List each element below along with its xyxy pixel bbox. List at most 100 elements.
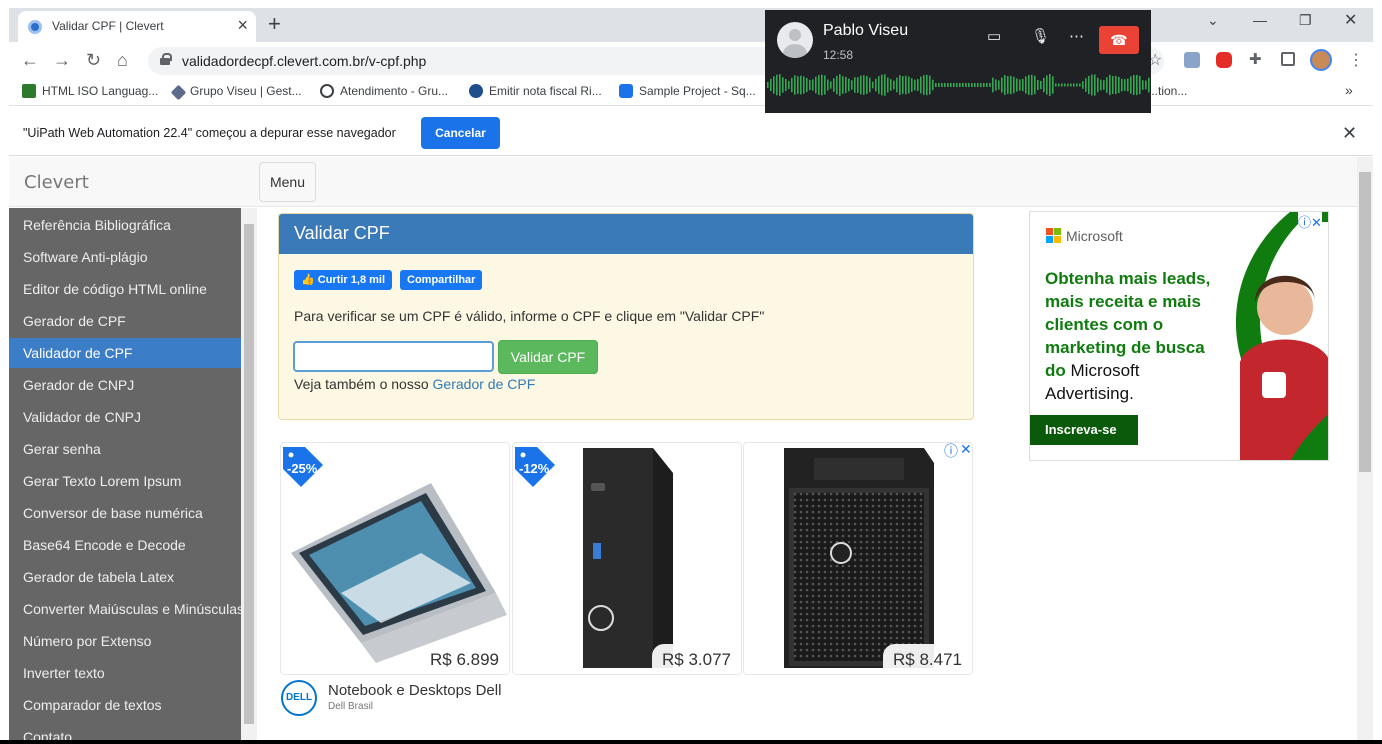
bookmark-item[interactable]: Sample Project - Sq... <box>619 84 756 98</box>
sidebar-item[interactable]: Conversor de base numérica <box>9 498 241 528</box>
forward-icon[interactable]: → <box>53 50 71 71</box>
sidebar-item[interactable]: Gerar senha <box>9 434 241 464</box>
waveform-bar <box>791 77 793 93</box>
dell-product-card[interactable]: -12% R$ 3.077 <box>512 442 742 675</box>
hang-up-button[interactable]: ☎ <box>1099 26 1139 54</box>
waveform-bar <box>1145 80 1147 90</box>
waveform-bar <box>923 75 925 95</box>
bookmark-item[interactable]: Grupo Viseu | Gest... <box>170 84 302 101</box>
sidebar-item[interactable]: Gerar Texto Lorem Ipsum <box>9 466 241 496</box>
lock-icon[interactable] <box>160 53 172 65</box>
sidebar-item[interactable]: Número por Extenso <box>9 626 241 656</box>
waveform-bar <box>908 76 910 94</box>
bookmarks-overflow-icon[interactable]: » <box>1345 82 1353 98</box>
side-panel-icon[interactable] <box>1281 52 1295 66</box>
sidebar-item[interactable]: Gerador de tabela Latex <box>9 562 241 592</box>
dell-product-card[interactable]: R$ 8.471 <box>743 442 973 675</box>
waveform-bar <box>902 76 904 94</box>
bookmark-item[interactable]: HTML ISO Languag... <box>22 84 158 98</box>
cpf-input[interactable] <box>293 341 494 372</box>
desktop-tower-image <box>784 448 934 668</box>
microsoft-brand: Microsoft <box>1066 228 1123 244</box>
waveform-bar <box>845 76 847 94</box>
waveform-bar <box>815 76 817 94</box>
microphone-icon[interactable]: 🎙 <box>1031 27 1050 45</box>
waveform-bar <box>809 79 811 91</box>
ad-close-icon[interactable]: ✕ <box>960 441 972 458</box>
facebook-like-button[interactable]: 👍 Curtir 1,8 mil <box>294 270 393 290</box>
page-scrollbar-thumb[interactable] <box>1359 172 1371 472</box>
waveform-bar <box>842 76 844 94</box>
sidebar-item[interactable]: Validador de CNPJ <box>9 402 241 432</box>
sidebar-item[interactable]: Contato <box>9 722 241 741</box>
browser-tab[interactable]: Validar CPF | Clevert × <box>18 11 256 43</box>
cpf-generator-link[interactable]: Gerador de CPF <box>433 376 536 392</box>
more-options-icon[interactable]: ⋯ <box>1069 27 1084 45</box>
waveform-bar <box>1127 78 1129 92</box>
phone-hangup-icon: ☎ <box>1110 32 1128 48</box>
sidebar-item[interactable]: Software Anti-plágio <box>9 242 241 272</box>
cancel-debug-button[interactable]: Cancelar <box>421 117 500 149</box>
waveform-bar <box>944 83 946 87</box>
close-tab-icon[interactable]: × <box>237 15 248 36</box>
extension-youtube-icon[interactable] <box>1216 52 1232 68</box>
waveform-bar <box>998 80 1000 90</box>
waveform-bar <box>1130 76 1132 94</box>
ad-info-icon[interactable]: ⓘ <box>944 441 958 461</box>
sidebar-item[interactable]: Gerador de CPF <box>9 306 241 336</box>
page-scrollbar[interactable] <box>1357 157 1373 741</box>
sidebar-item[interactable]: Referência Bibliográfica <box>9 210 241 240</box>
bookmark-item[interactable]: Emitir nota fiscal Ri... <box>469 84 602 98</box>
sidebar-nav: Referência Bibliográfica Software Anti-pl… <box>9 208 241 741</box>
dell-product-card[interactable]: -25% R$ 6.899 <box>280 442 510 675</box>
sidebar-item[interactable]: Validador de CPF <box>9 338 241 368</box>
waveform-bar <box>1076 83 1078 87</box>
sidebar-item[interactable]: Converter Maiúsculas e Minúsculas <box>9 594 241 624</box>
thumbs-up-icon: 👍 <box>301 274 318 286</box>
chrome-menu-icon[interactable]: ⋮ <box>1348 50 1364 70</box>
menu-button[interactable]: Menu <box>259 162 316 202</box>
minimize-icon[interactable]: — <box>1253 12 1267 28</box>
waveform-bar <box>878 76 880 94</box>
sidebar-scrollbar-thumb[interactable] <box>244 224 254 724</box>
waveform-bar <box>1013 76 1015 94</box>
bookmark-item[interactable]: ...tion... <box>1148 84 1187 98</box>
window-close-icon[interactable]: ✕ <box>1344 10 1357 30</box>
back-icon[interactable]: ← <box>21 50 39 71</box>
infobar-close-icon[interactable]: ✕ <box>1342 123 1357 144</box>
waveform-bar <box>953 83 955 87</box>
bookmark-label: HTML ISO Languag... <box>42 84 159 98</box>
validate-cpf-button[interactable]: Validar CPF <box>498 340 598 374</box>
sidebar-item[interactable]: Editor de código HTML online <box>9 274 241 304</box>
extension-satellite-icon[interactable] <box>1184 52 1200 68</box>
microsoft-ad[interactable]: Microsoft Obtenha mais leads, mais recei… <box>1029 211 1329 461</box>
bookmark-item[interactable]: Atendimento - Gru... <box>320 84 448 98</box>
restore-icon[interactable]: ❐ <box>1299 12 1312 29</box>
waveform-bar <box>956 83 958 87</box>
tab-search-icon[interactable]: ⌄ <box>1207 12 1219 29</box>
waveform-bar <box>782 77 784 93</box>
waveform-bar <box>1064 83 1066 87</box>
new-tab-icon[interactable]: + <box>268 11 281 37</box>
sidebar-item[interactable]: Gerador de CNPJ <box>9 370 241 400</box>
bookmark-favicon-icon <box>320 84 334 98</box>
audio-waveform <box>767 74 1150 96</box>
discount-label: -25% <box>287 461 318 476</box>
home-icon[interactable]: ⌂ <box>117 50 128 71</box>
ms-ad-info-icon[interactable]: ⓘ✕ <box>1298 212 1322 231</box>
extensions-puzzle-icon[interactable]: ✚ <box>1249 50 1262 68</box>
profile-avatar-icon[interactable] <box>1310 49 1332 71</box>
waveform-bar <box>1115 75 1117 95</box>
sidebar-item[interactable]: Inverter texto <box>9 658 241 688</box>
facebook-share-button[interactable]: Compartilhar <box>400 270 483 290</box>
advertiser-name[interactable]: Notebook e Desktops Dell <box>328 682 501 699</box>
ms-signup-button[interactable]: Inscreva-se <box>1030 415 1138 445</box>
site-brand[interactable]: Clevert <box>24 172 89 193</box>
reload-icon[interactable]: ↻ <box>86 50 101 71</box>
bookmark-favicon-icon <box>170 84 187 101</box>
sidebar-scrollbar[interactable] <box>241 208 257 741</box>
waveform-bar <box>1121 78 1123 92</box>
sidebar-item[interactable]: Comparador de textos <box>9 690 241 720</box>
sidebar-item[interactable]: Base64 Encode e Decode <box>9 530 241 560</box>
video-camera-icon[interactable]: ▭ <box>987 27 1001 45</box>
